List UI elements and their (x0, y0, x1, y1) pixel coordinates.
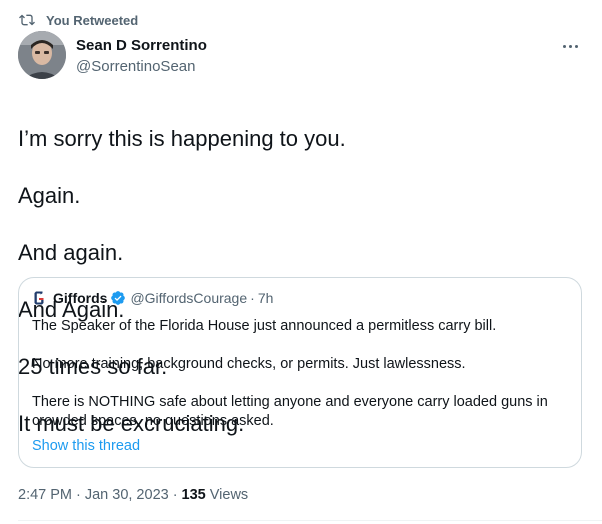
giffords-logo-icon (34, 291, 44, 305)
author-name[interactable]: Sean D Sorrentino (76, 37, 207, 55)
separator-dot: · (172, 487, 178, 503)
views-label: Views (209, 487, 249, 503)
tweet-time[interactable]: 2:47 PM (18, 487, 72, 503)
verified-badge-icon (111, 291, 126, 305)
show-thread-link[interactable]: Show this thread (32, 438, 140, 454)
quoted-paragraph: There is NOTHING safe about letting anyo… (32, 394, 548, 429)
avatar[interactable] (18, 31, 66, 79)
retweet-label: You Retweeted (46, 12, 139, 28)
quoted-tweet[interactable]: Giffords @GiffordsCourage · 7h The Speak… (18, 277, 582, 468)
quoted-tweet-time[interactable]: 7h (258, 290, 274, 306)
views-count: 135 (181, 487, 206, 503)
more-icon[interactable] (558, 36, 582, 56)
quoted-author-handle[interactable]: @GiffordsCourage (130, 290, 247, 306)
tweet-line: I’m sorry this is happening to you. (18, 125, 346, 151)
tweet-line: And again. (18, 239, 124, 265)
tweet-meta: 2:47 PM · Jan 30, 2023 · 135 Views (18, 487, 248, 503)
more-dot (562, 44, 566, 48)
tweet-date[interactable]: Jan 30, 2023 (85, 487, 169, 503)
tweet-line: Again. (18, 182, 81, 208)
separator-dot: · (250, 290, 255, 306)
quoted-author-name[interactable]: Giffords (53, 290, 107, 306)
quoted-paragraph: The Speaker of the Florida House just an… (32, 318, 497, 334)
quoted-tweet-header: Giffords @GiffordsCourage · 7h (33, 290, 273, 306)
author-block[interactable]: Sean D Sorrentino @SorrentinoSean (76, 37, 207, 77)
separator-dot: · (76, 487, 81, 503)
quoted-paragraph: No more training, background checks, or … (32, 356, 466, 372)
author-handle[interactable]: @SorrentinoSean (76, 57, 207, 77)
quoted-tweet-body: The Speaker of the Florida House just an… (32, 317, 562, 431)
divider (18, 520, 602, 521)
retweet-indicator[interactable]: You Retweeted (19, 11, 138, 29)
more-dot (574, 44, 578, 48)
retweet-icon (19, 14, 35, 26)
more-dot (568, 44, 572, 48)
